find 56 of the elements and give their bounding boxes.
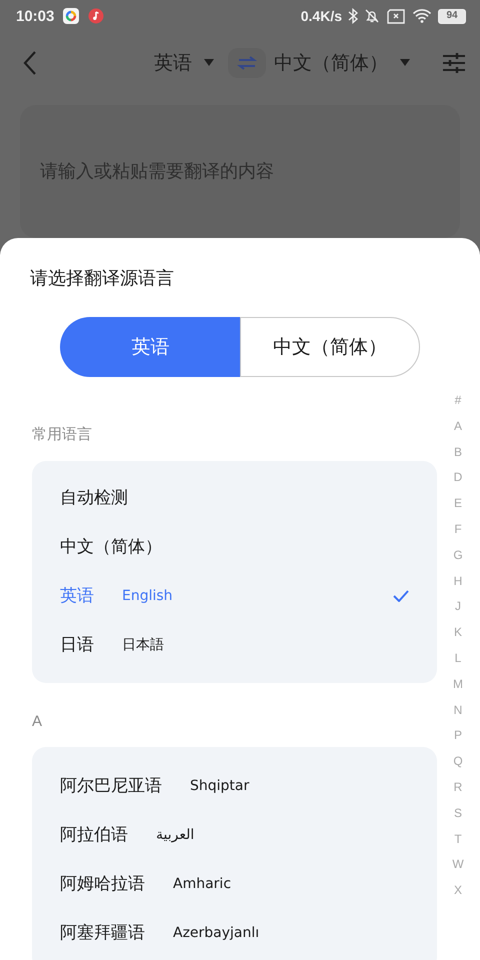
language-name[interactable]: 中文（简体） [60,535,162,558]
index-letter[interactable]: B [454,444,462,470]
native-language-name: العربية [156,826,194,842]
native-language-name: 日本語 [122,636,164,654]
index-letter[interactable]: J [455,599,461,626]
index-letter[interactable]: G [453,548,463,574]
index-letter[interactable]: D [454,470,462,496]
settings-icon[interactable] [442,52,466,74]
native-language-name: Amharic [173,876,232,892]
swap-button[interactable] [228,48,266,78]
index-letter[interactable]: R [454,780,462,806]
battery-level: 94 [438,8,466,24]
language-name[interactable]: 阿拉伯语 [60,823,128,846]
target-language-dropdown[interactable]: 中文（简体） [274,50,410,76]
index-letter[interactable]: # [454,393,462,419]
index-letter[interactable]: E [454,496,462,522]
native-language-name: Azerbayjanlı [173,924,260,940]
index-letter[interactable]: F [454,522,462,548]
network-speed: 0.4K/s [300,8,342,24]
app-icon [62,7,80,25]
swap-icon [237,56,257,70]
native-language-name: Shqiptar [190,778,250,794]
index-letter[interactable]: P [454,728,462,754]
section-header: A [32,713,42,730]
language-name[interactable]: 日语 [60,633,94,656]
clock-time: 10:03 [16,8,54,24]
check-icon [393,590,409,602]
index-letter[interactable]: K [454,625,462,651]
index-letter[interactable]: N [454,702,462,728]
index-letter[interactable]: W [452,857,464,884]
bluetooth-icon [348,8,358,24]
language-name[interactable]: 自动检测 [60,486,128,509]
no-sim-icon [386,8,406,24]
native-language-name: English [122,588,173,604]
index-letter[interactable]: X [454,883,462,909]
index-letter[interactable]: Q [453,754,463,780]
language-name[interactable]: 英语 [60,584,94,607]
wifi-icon [412,8,432,24]
muted-bell-icon [364,8,380,24]
index-letter[interactable]: M [453,676,463,703]
caret-icon [400,59,410,67]
caret-icon [204,59,214,67]
source-language-dropdown[interactable]: 英语 [154,50,214,76]
index-letter[interactable]: T [454,832,462,858]
section-header: 常用语言 [32,425,92,444]
language-name[interactable]: 阿尔巴尼亚语 [60,774,162,797]
language-name[interactable]: 阿塞拜疆语 [60,921,145,944]
index-letter[interactable]: A [454,418,462,445]
sheet-title: 请选择翻译源语言 [30,267,175,290]
music-app-icon [88,8,104,24]
index-letter[interactable]: S [454,806,462,832]
language-tab[interactable]: 英语 [60,317,240,377]
language-name[interactable]: 阿姆哈拉语 [60,872,145,895]
index-letter[interactable]: L [454,650,462,677]
language-tab[interactable]: 中文（简体） [240,317,420,377]
index-letter[interactable]: H [454,574,462,600]
